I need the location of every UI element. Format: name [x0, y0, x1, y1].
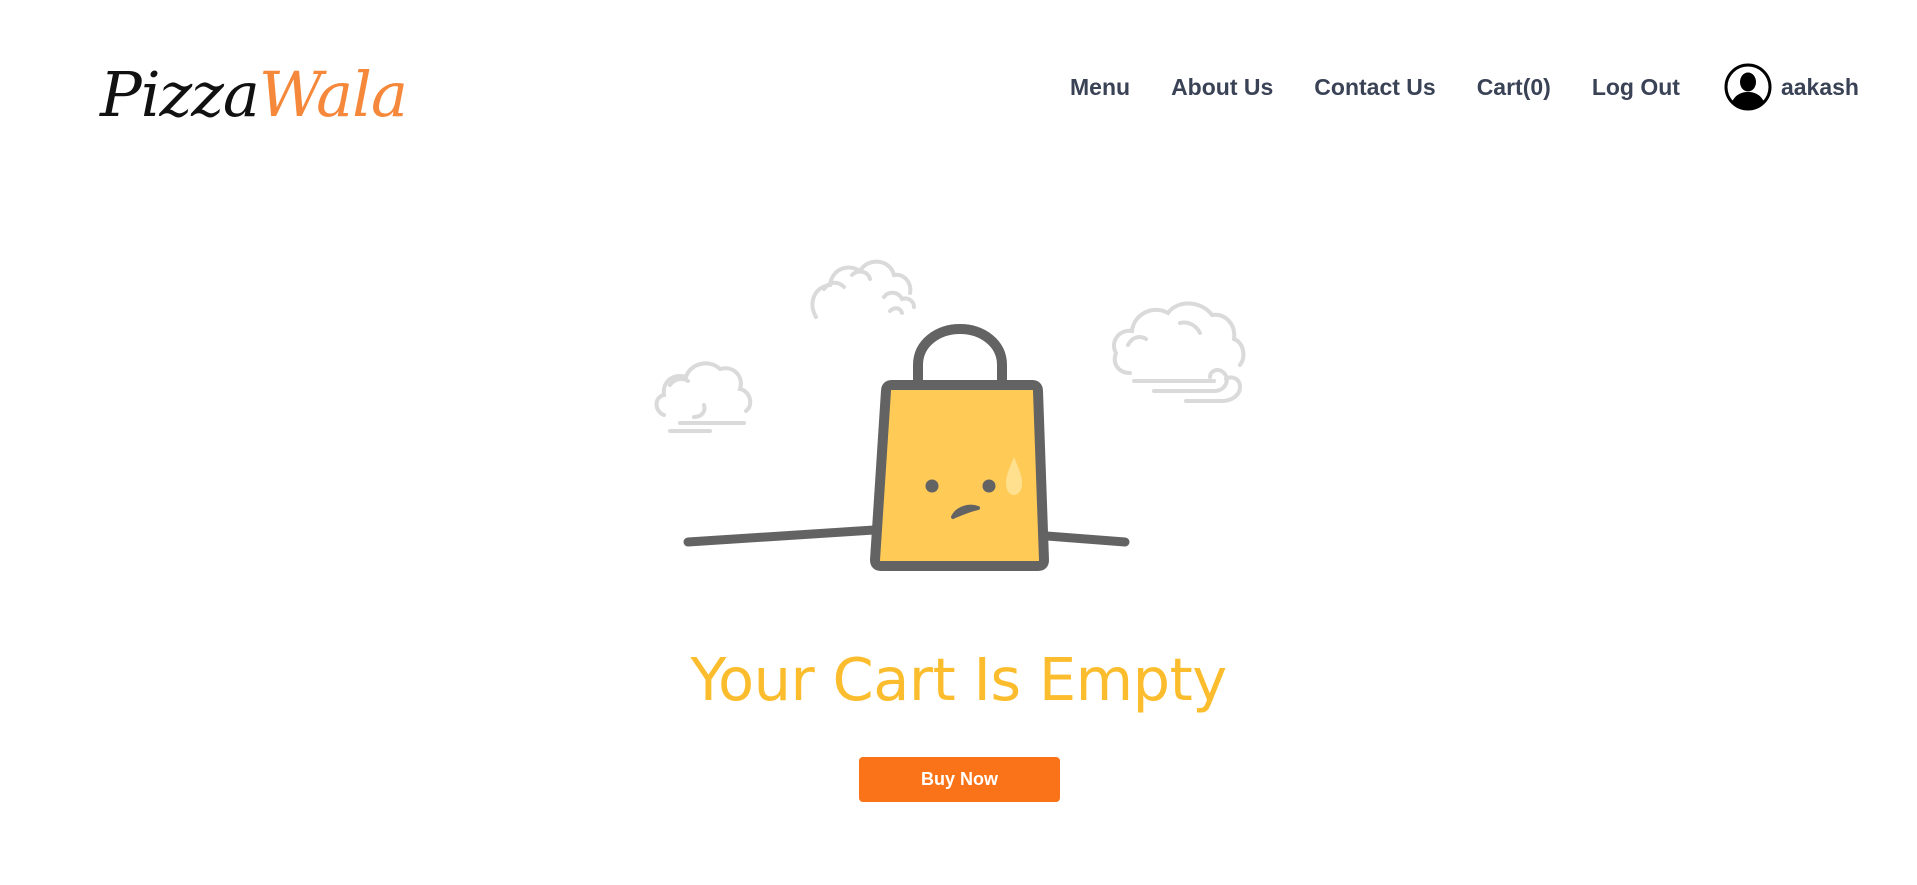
cloud-top-left-icon [810, 259, 916, 319]
brand-logo-part-2: Wala [258, 58, 408, 131]
nav-cart-link[interactable]: Cart(0) [1477, 74, 1551, 101]
cloud-left-icon [654, 361, 753, 433]
user-avatar-icon [1724, 63, 1772, 111]
empty-cart-title: Your Cart Is Empty [690, 644, 1227, 714]
brand-logo-part-1: Pizza [100, 58, 260, 131]
page: Pizza Wala Menu About Us Contact Us Cart(… [0, 0, 1917, 885]
username: aakash [1780, 73, 1859, 100]
nav-contact-link[interactable]: Contact Us [1314, 74, 1435, 101]
bag-right-eye-icon [982, 479, 996, 493]
sad-shopping-bag-icon [654, 259, 1246, 571]
nav-logout-link[interactable]: Log Out [1592, 74, 1680, 101]
buy-now-button[interactable]: Buy Now [859, 757, 1060, 802]
cloud-top-right-icon [1112, 301, 1246, 403]
main-nav: Menu About Us Contact Us Cart(0) Log Out… [1070, 63, 1859, 111]
header: Pizza Wala Menu About Us Contact Us Cart(… [0, 0, 1917, 175]
user-profile[interactable]: aakash [1724, 63, 1859, 111]
brand-logo[interactable]: Pizza Wala [100, 58, 408, 138]
nav-about-link[interactable]: About Us [1171, 74, 1273, 101]
bag-left-eye-icon [925, 479, 939, 493]
bag-handle-icon [913, 323, 1007, 393]
nav-menu-link[interactable]: Menu [1070, 74, 1130, 101]
